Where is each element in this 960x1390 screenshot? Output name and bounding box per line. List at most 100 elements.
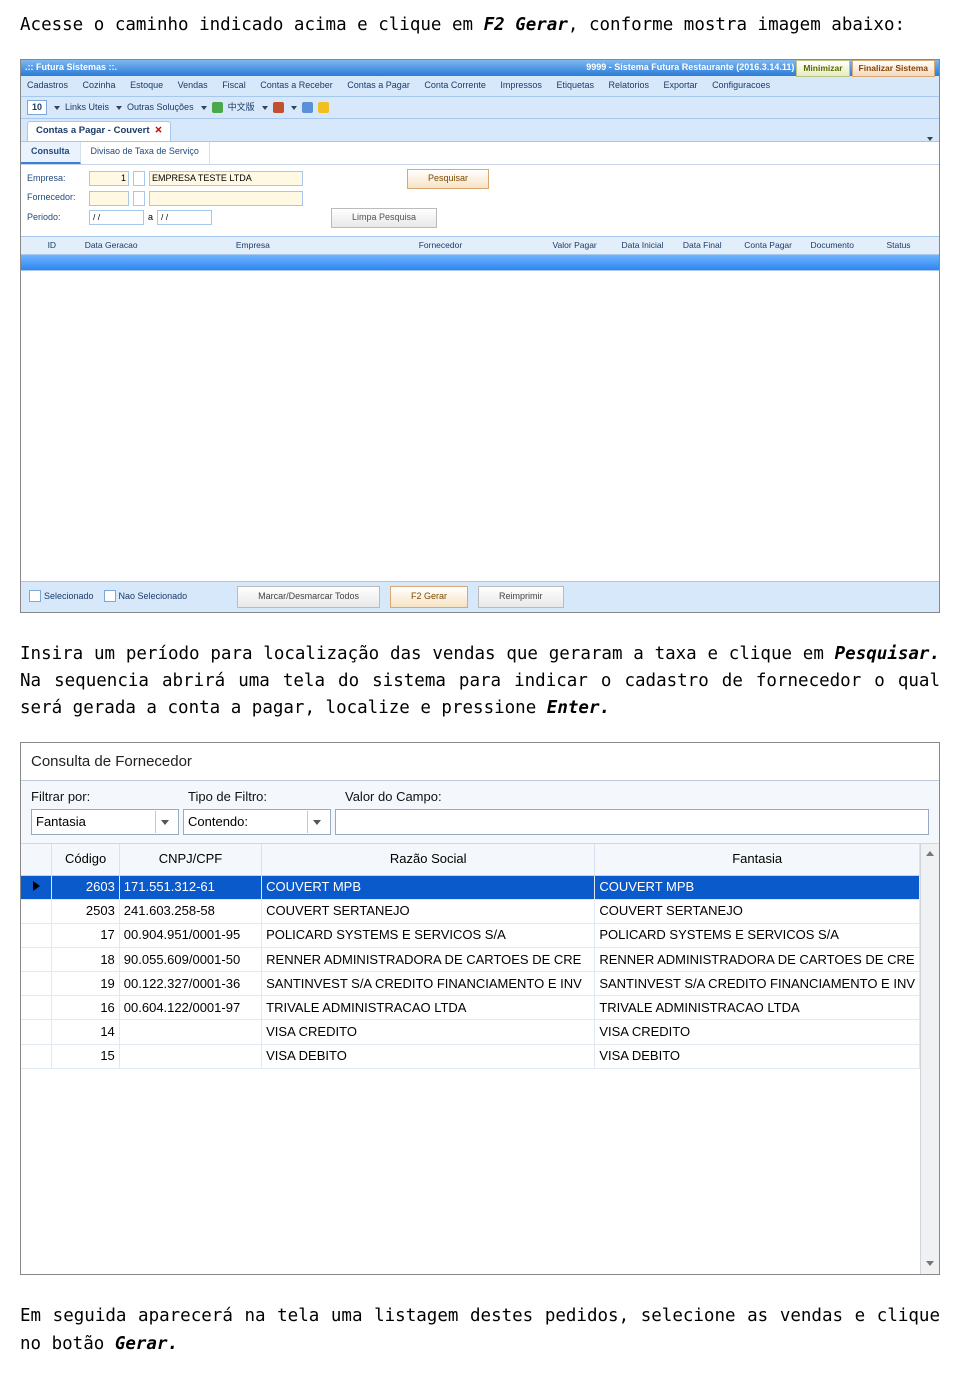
empresa-lookup-button[interactable] [133, 171, 145, 186]
para-3: Em seguida aparecerá na tela uma listage… [20, 1303, 940, 1357]
chevron-down-icon[interactable] [155, 811, 174, 833]
toolbar-links[interactable]: Links Uteis [65, 101, 109, 115]
document-tab[interactable]: Contas a Pagar - Couvert ✕ [27, 121, 171, 141]
grid-empty-area [21, 271, 939, 581]
row-marker [21, 1020, 52, 1044]
menu-vendas[interactable]: Vendas [178, 80, 208, 90]
col-di[interactable]: Data Inicial [617, 239, 678, 252]
menu-exportar[interactable]: Exportar [664, 80, 698, 90]
minimize-button[interactable]: Minimizar [796, 60, 849, 77]
menu-fiscal[interactable]: Fiscal [222, 80, 246, 90]
table-header-row: Código CNPJ/CPF Razão Social Fantasia [21, 844, 920, 875]
col-fantasia[interactable]: Fantasia [595, 844, 920, 875]
row-marker [21, 899, 52, 923]
date-to-input[interactable]: / / [157, 210, 212, 225]
scroll-down-icon[interactable] [921, 1254, 939, 1272]
subtab-consulta[interactable]: Consulta [21, 142, 81, 164]
menu-contas-pagar[interactable]: Contas a Pagar [347, 80, 410, 90]
col-cp[interactable]: Conta Pagar [740, 239, 806, 252]
bottom-bar: Selecionado Nao Selecionado Marcar/Desma… [21, 581, 939, 612]
filter-panel: Empresa: 1 EMPRESA TESTE LTDA Pesquisar … [21, 165, 939, 236]
grid-selected-row[interactable] [21, 255, 939, 271]
empresa-id-input[interactable]: 1 [89, 171, 129, 186]
chevron-down-icon[interactable] [262, 106, 268, 110]
checkbox-sel[interactable] [29, 590, 41, 602]
empresa-name-input[interactable]: EMPRESA TESTE LTDA [149, 171, 303, 186]
table-row[interactable]: 1890.055.609/0001-50RENNER ADMINISTRADOR… [21, 948, 920, 972]
toolbar-icon-2[interactable] [273, 102, 284, 113]
figure-consulta-fornecedor: Consulta de Fornecedor Filtrar por: Tipo… [20, 742, 940, 1275]
col-data[interactable]: Data Geracao [81, 239, 157, 252]
col-fornecedor[interactable]: Fornecedor [349, 239, 532, 252]
chevron-down-icon[interactable] [927, 137, 933, 141]
para2-b: Pesquisar. [835, 644, 940, 664]
table-row[interactable]: 1600.604.122/0001-97TRIVALE ADMINISTRACA… [21, 996, 920, 1020]
col-id[interactable]: ID [44, 239, 81, 252]
fornecedor-name-input[interactable] [149, 191, 303, 206]
menubar: Cadastros Cozinha Estoque Vendas Fiscal … [21, 76, 939, 97]
tipo-filtro-combo[interactable]: Contendo: [183, 809, 331, 835]
col-doc[interactable]: Documento [807, 239, 883, 252]
col-razao[interactable]: Razão Social [262, 844, 595, 875]
col-cnpj[interactable]: CNPJ/CPF [119, 844, 261, 875]
toolbar-icon-1[interactable] [212, 102, 223, 113]
limpa-pesquisa-button[interactable]: Limpa Pesquisa [331, 208, 437, 228]
chevron-down-icon[interactable] [307, 811, 326, 833]
filter-bar: Filtrar por: Tipo de Filtro: Valor do Ca… [21, 781, 939, 844]
menu-cadastros[interactable]: Cadastros [27, 80, 68, 90]
toolbar-icon-3[interactable] [302, 102, 313, 113]
fornecedor-id-input[interactable] [89, 191, 129, 206]
table-row[interactable]: 2603171.551.312-61COUVERT MPBCOUVERT MPB [21, 875, 920, 899]
filtrar-por-combo[interactable]: Fantasia [31, 809, 179, 835]
col-status[interactable]: Status [882, 239, 939, 252]
menu-etiquetas[interactable]: Etiquetas [556, 80, 594, 90]
toolbar-outras[interactable]: Outras Soluções [127, 101, 194, 115]
menu-cozinha[interactable]: Cozinha [83, 80, 116, 90]
result-table: Código CNPJ/CPF Razão Social Fantasia 26… [21, 844, 920, 1068]
menu-impressos[interactable]: Impressos [500, 80, 542, 90]
window-title: Consulta de Fornecedor [21, 743, 939, 781]
subtab-divisao[interactable]: Divisao de Taxa de Serviço [81, 142, 210, 164]
table-row[interactable]: 15VISA DEBITOVISA DEBITO [21, 1044, 920, 1068]
col-valor[interactable]: Valor Pagar [532, 239, 618, 252]
titlebar: .:: Futura Sistemas ::. 9999 - Sistema F… [21, 60, 939, 76]
table-row[interactable]: 1900.122.327/0001-36SANTINVEST S/A CREDI… [21, 972, 920, 996]
valor-campo-input[interactable] [335, 809, 929, 835]
chevron-down-icon[interactable] [291, 106, 297, 110]
chevron-down-icon[interactable] [116, 106, 122, 110]
checkbox-nao[interactable] [104, 590, 116, 602]
para2-a: Insira um período para localização das v… [20, 644, 835, 664]
row-marker [21, 875, 52, 899]
gerar-button[interactable]: F2 Gerar [390, 586, 468, 608]
menu-contas-receber[interactable]: Contas a Receber [260, 80, 333, 90]
pesquisar-button[interactable]: Pesquisar [407, 169, 489, 189]
lbl-empresa: Empresa: [27, 172, 85, 186]
col-empresa[interactable]: Empresa [157, 239, 349, 252]
toolbar-lang[interactable]: 中文版 [228, 101, 255, 115]
chevron-down-icon[interactable] [201, 106, 207, 110]
menu-config[interactable]: Configuracoes [712, 80, 770, 90]
fornecedor-lookup-button[interactable] [133, 191, 145, 206]
col-df[interactable]: Data Final [679, 239, 740, 252]
lbl-valor: Valor do Campo: [345, 787, 442, 807]
finalize-button[interactable]: Finalizar Sistema [852, 60, 935, 77]
chevron-down-icon[interactable] [54, 106, 60, 110]
menu-relatorios[interactable]: Relatorios [608, 80, 649, 90]
scroll-up-icon[interactable] [921, 844, 939, 862]
col-codigo[interactable]: Código [52, 844, 119, 875]
menu-estoque[interactable]: Estoque [130, 80, 163, 90]
reimprimir-button[interactable]: Reimprimir [478, 586, 564, 608]
table-row[interactable]: 14VISA CREDITOVISA CREDITO [21, 1020, 920, 1044]
para2-c: Na sequencia abrirá uma tela do sistema … [20, 671, 940, 718]
close-icon[interactable]: ✕ [155, 124, 163, 139]
table-row[interactable]: 2503241.603.258-58COUVERT SERTANEJOCOUVE… [21, 899, 920, 923]
toolbar-number[interactable]: 10 [27, 100, 47, 115]
subtabs: Consulta Divisao de Taxa de Serviço [21, 142, 939, 165]
table-row[interactable]: 1700.904.951/0001-95POLICARD SYSTEMS E S… [21, 923, 920, 947]
marcar-button[interactable]: Marcar/Desmarcar Todos [237, 586, 380, 608]
toolbar-icon-4[interactable] [318, 102, 329, 113]
menu-conta-corrente[interactable]: Conta Corrente [424, 80, 486, 90]
scrollbar[interactable] [920, 844, 939, 1274]
date-from-input[interactable]: / / [89, 210, 144, 225]
document-tabs: Contas a Pagar - Couvert ✕ [21, 119, 939, 142]
